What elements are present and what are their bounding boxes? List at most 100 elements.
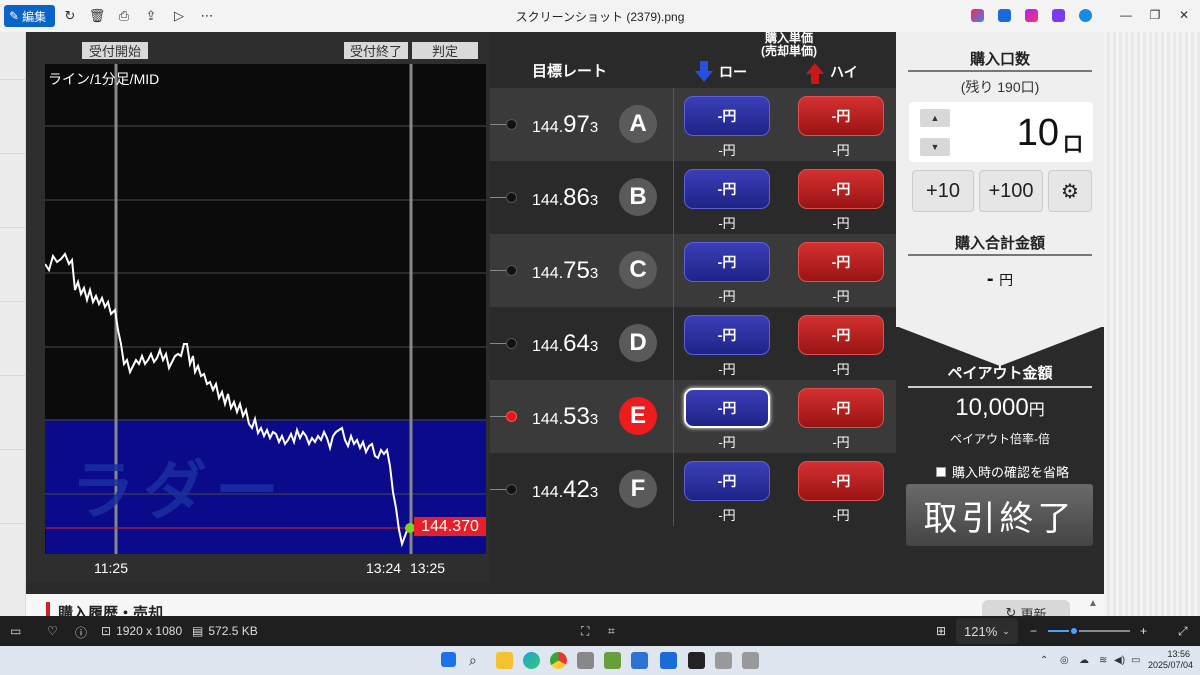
target-rate-header: 目標レート	[532, 63, 608, 80]
quantity-stepper[interactable]: ▲ ▼ 10 口	[909, 102, 1093, 162]
current-price-tag: 144.370	[414, 517, 486, 536]
tray-chevron-icon[interactable]: ⌃	[1040, 655, 1048, 666]
accept-start-label: 受付開始	[82, 42, 148, 59]
close-button[interactable]: ✕	[1169, 4, 1199, 26]
low-sell-price: -円	[718, 143, 736, 158]
battery-icon[interactable]: ▭	[1131, 655, 1140, 666]
edit-button[interactable]: ✎ 編集	[4, 5, 55, 27]
chrome-icon[interactable]	[550, 652, 567, 669]
clipchamp-icon[interactable]	[1025, 9, 1038, 22]
app-icon-1[interactable]	[577, 652, 594, 669]
buy-price-header: 購入単価 (売却単価)	[734, 32, 844, 58]
refresh-button[interactable]: ↻ 更新	[982, 600, 1070, 616]
app-icon-2[interactable]	[604, 652, 621, 669]
zoom-slider[interactable]	[1048, 626, 1130, 636]
row-letter: E	[619, 397, 657, 435]
zoom-dropdown[interactable]: 121% ⌄	[956, 618, 1018, 644]
onedrive-icon[interactable]	[1079, 9, 1092, 22]
row-indicator	[506, 484, 517, 495]
zoom-out-icon[interactable]: −	[1030, 624, 1037, 638]
filmstrip-icon[interactable]: ▭	[10, 624, 21, 638]
app-icon-5[interactable]	[742, 652, 759, 669]
visual-search-icon[interactable]: ⌗	[608, 624, 615, 639]
restore-button[interactable]: ❐	[1140, 4, 1170, 26]
add-10-button[interactable]: +10	[912, 170, 974, 212]
crop-icon[interactable]: ⛶	[581, 624, 589, 639]
increment-button[interactable]: ▲	[920, 109, 950, 127]
history-section: 購入履歴・売却 ↻ 更新	[26, 594, 1104, 616]
add-100-button[interactable]: +100	[979, 170, 1043, 212]
left-panel	[0, 32, 26, 616]
print-icon[interactable]: ⎙	[114, 6, 134, 26]
row-indicator	[506, 119, 517, 130]
low-buy-button[interactable]: -円	[684, 242, 770, 282]
minimize-button[interactable]: —	[1111, 4, 1141, 26]
rate-row-c: 144.753 C -円 -円 -円 -円	[490, 234, 896, 307]
settings-button[interactable]: ⚙	[1048, 170, 1092, 212]
payout-amount: 10,000円	[955, 394, 1045, 421]
notepad-icon[interactable]	[631, 652, 648, 669]
info-icon[interactable]: ⓘ	[75, 624, 87, 641]
target-rate: 144.863	[532, 184, 599, 211]
skip-confirm-checkbox[interactable]: 購入時の確認を省略	[936, 462, 1069, 481]
low-buy-button[interactable]: -円	[684, 315, 770, 355]
low-buy-button[interactable]: -円	[684, 388, 770, 428]
row-indicator-active	[506, 411, 517, 422]
low-buy-button[interactable]: -円	[684, 461, 770, 501]
rate-table: 目標レート 購入単価 (売却単価) ロー ハイ 144.973 A -円 -円 …	[490, 32, 896, 594]
quantity-value[interactable]: 10	[1017, 112, 1059, 155]
end-trade-button[interactable]: 取引終了	[906, 484, 1093, 546]
slideshow-icon[interactable]: ▷	[169, 6, 189, 26]
row-indicator	[506, 192, 517, 203]
clock[interactable]: 13:56 2025/07/04	[1148, 649, 1194, 671]
designer-icon[interactable]	[1052, 9, 1065, 22]
edge-icon[interactable]	[523, 652, 540, 669]
more-icon[interactable]: ⋯	[197, 6, 217, 26]
delete-icon[interactable]: 🗑	[87, 6, 107, 26]
high-buy-button[interactable]: -円	[798, 96, 884, 136]
fullscreen-icon[interactable]: ⤢	[1178, 624, 1188, 639]
viewer-status-bar: ▭ ♡ ⓘ ⊡ 1920 x 1080 ▤ 572.5 KB ⛶ ⌗ ⊞ 121…	[0, 616, 1200, 646]
zoom-in-icon[interactable]: +	[1140, 624, 1147, 638]
rotate-icon[interactable]: ↻	[60, 6, 80, 26]
zoom-slider-handle[interactable]	[1069, 626, 1080, 636]
high-buy-button[interactable]: -円	[798, 461, 884, 501]
app-icon-4[interactable]	[715, 652, 732, 669]
row-letter: C	[619, 251, 657, 289]
favorite-icon[interactable]: ♡	[47, 624, 58, 638]
remaining-units: (残り 190口)	[960, 79, 1040, 95]
high-buy-button[interactable]: -円	[798, 315, 884, 355]
volume-icon[interactable]: ◀)	[1114, 655, 1125, 666]
checkbox-icon[interactable]	[936, 466, 946, 477]
scroll-up-icon[interactable]: ▲	[1086, 598, 1100, 612]
decrement-button[interactable]: ▼	[920, 138, 950, 156]
high-header: ハイ	[806, 62, 858, 84]
clock-date: 2025/07/04	[1148, 660, 1194, 670]
time-label-start: 11:25	[94, 560, 128, 576]
high-buy-button[interactable]: -円	[798, 388, 884, 428]
file-explorer-icon[interactable]	[496, 652, 513, 669]
start-icon[interactable]	[441, 652, 456, 667]
title-bar: ✎ 編集 ↻ 🗑 ⎙ ⇪ ▷ ⋯ スクリーンショット (2379).png — …	[0, 0, 1200, 32]
photos-icon[interactable]	[660, 652, 677, 669]
fit-window-icon[interactable]: ⊞	[936, 624, 946, 638]
app-icon-3[interactable]	[688, 652, 705, 669]
low-buy-button[interactable]: -円	[684, 96, 770, 136]
high-buy-button[interactable]: -円	[798, 242, 884, 282]
low-sell-price: -円	[718, 508, 736, 523]
high-buy-button[interactable]: -円	[798, 169, 884, 209]
refresh-icon: ↻	[1005, 605, 1017, 616]
dimensions-icon: ⊡	[101, 624, 112, 638]
search-icon[interactable]: ⌕	[469, 652, 486, 669]
total-header: 購入合計金額	[954, 235, 1045, 252]
copilot-icon[interactable]	[971, 9, 984, 22]
share-icon[interactable]: ⇪	[141, 6, 161, 26]
wifi-icon[interactable]: ≋	[1099, 655, 1107, 666]
low-buy-button[interactable]: -円	[684, 169, 770, 209]
skip-confirm-label: 購入時の確認を省略	[952, 465, 1070, 480]
payout-rate: ペイアウト倍率-倍	[950, 432, 1050, 446]
tray-app-icon[interactable]: ◎	[1060, 655, 1069, 666]
low-sell-price: -円	[718, 435, 736, 450]
editor-icon[interactable]	[998, 9, 1011, 22]
tray-cloud-icon[interactable]: ☁	[1079, 655, 1089, 666]
